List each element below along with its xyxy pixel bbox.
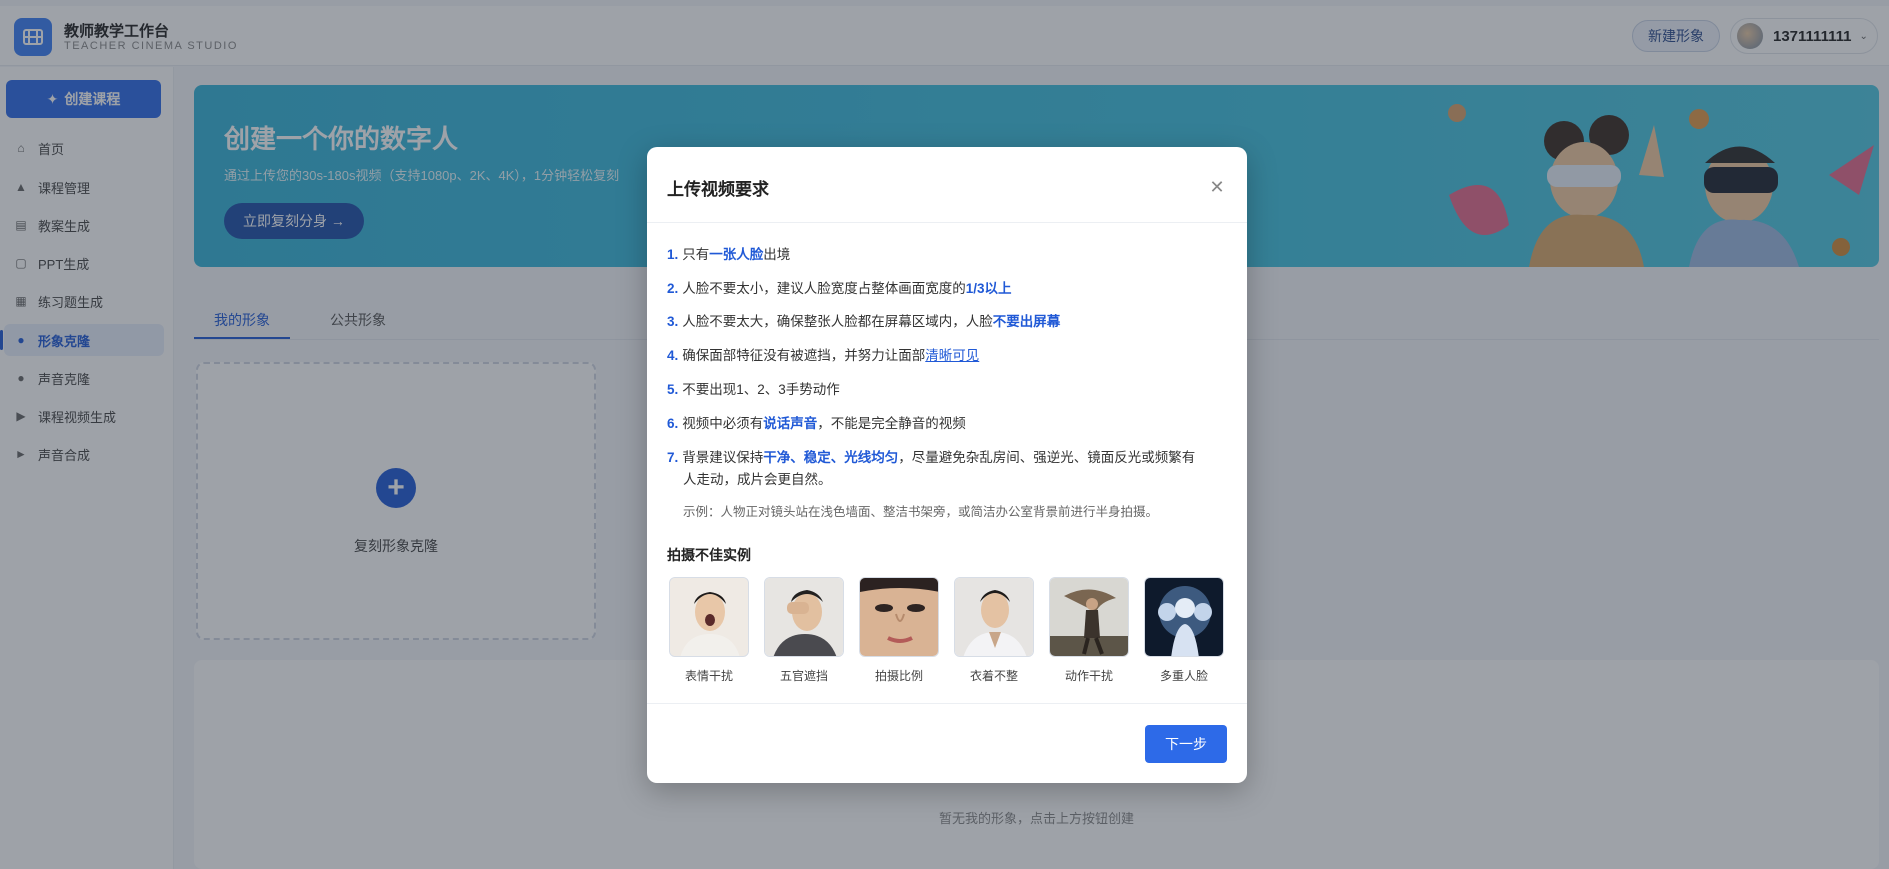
- requirement-highlight: 不要出屏幕: [992, 314, 1061, 329]
- requirement-text: 视频中必须有: [682, 416, 764, 431]
- requirement-1: 1. 只有一张人脸出境: [667, 244, 1227, 266]
- requirement-7: 7. 背景建议保持干净、稳定、光线均匀，尽量避免杂乱房间、强逆光、镜面反光或频繁有: [667, 447, 1227, 469]
- bad-examples-title: 拍摄不佳实例: [667, 547, 751, 563]
- requirement-3: 3. 人脸不要太大，确保整张人脸都在屏幕区域内，人脸不要出屏幕: [667, 311, 1227, 333]
- requirement-text: ，不能是完全静音的视频: [817, 416, 966, 431]
- bad-example-thumb: [1049, 577, 1129, 657]
- requirement-7-continued: 人走动，成片会更自然。: [683, 472, 832, 487]
- bad-example-label: 动作干扰: [1064, 669, 1113, 683]
- dialog-title: 上传视频要求: [667, 180, 769, 199]
- requirement-4: 4. 确保面部特征没有被遮挡，并努力让面部清晰可见: [667, 345, 1227, 367]
- requirement-text: 背景建议保持: [682, 450, 764, 465]
- requirement-text: 不要出现1、2、3手势动作: [682, 382, 840, 397]
- requirement-text: 人脸不要太小，建议人脸宽度占整体画面宽度的: [682, 281, 966, 296]
- bad-example-label: 拍摄比例: [874, 669, 923, 683]
- requirement-number: 4.: [667, 348, 679, 363]
- bad-example-label: 衣着不整: [969, 669, 1018, 683]
- bad-example-thumb: [669, 577, 749, 657]
- bad-example-thumb: [859, 577, 939, 657]
- bad-example-thumb: [1144, 577, 1224, 657]
- bad-example-thumb: [954, 577, 1034, 657]
- divider: [647, 222, 1247, 223]
- next-step-button[interactable]: 下一步: [1145, 725, 1227, 763]
- requirement-number: 2.: [667, 281, 679, 296]
- requirement-text: 人脸不要太大，确保整张人脸都在屏幕区域内，人脸: [682, 314, 993, 329]
- example-note: 示例：人物正对镜头站在浅色墙面、整洁书架旁，或简洁办公室背景前进行半身拍摄。: [683, 505, 1159, 519]
- bad-example-label: 表情干扰: [684, 669, 733, 683]
- requirement-text: 出境: [763, 247, 791, 262]
- close-icon[interactable]: ✕: [1207, 177, 1227, 197]
- requirement-number: 7.: [667, 450, 679, 465]
- requirement-number: 1.: [667, 247, 679, 262]
- requirement-highlight: 干净、稳定、光线均匀: [763, 450, 899, 465]
- requirement-number: 5.: [667, 382, 679, 397]
- bad-example-label: 五官遮挡: [779, 669, 828, 683]
- requirement-link[interactable]: 清晰可见: [925, 348, 979, 363]
- requirement-highlight: 说话声音: [763, 416, 818, 431]
- requirement-highlight: 1/3以上: [965, 281, 1012, 296]
- requirement-text: 确保面部特征没有被遮挡，并努力让面部: [682, 348, 926, 363]
- requirement-6: 6. 视频中必须有说话声音，不能是完全静音的视频: [667, 413, 1227, 435]
- bad-example-label: 多重人脸: [1159, 669, 1208, 683]
- requirement-number: 3.: [667, 314, 679, 329]
- upload-requirements-dialog: 上传视频要求 ✕ 1. 只有一张人脸出境 2. 人脸不要太小，建议人脸宽度占整体画面…: [647, 147, 1247, 783]
- divider: [647, 703, 1247, 704]
- requirement-text: ，尽量避免杂乱房间、强逆光、镜面反光或频繁有: [898, 450, 1196, 465]
- requirement-text: 只有: [682, 247, 710, 262]
- requirement-number: 6.: [667, 416, 679, 431]
- bad-example-thumb: [764, 577, 844, 657]
- requirement-5: 5. 不要出现1、2、3手势动作: [667, 379, 1227, 401]
- requirement-2: 2. 人脸不要太小，建议人脸宽度占整体画面宽度的1/3以上: [667, 278, 1227, 300]
- requirement-highlight: 一张人脸: [709, 247, 764, 262]
